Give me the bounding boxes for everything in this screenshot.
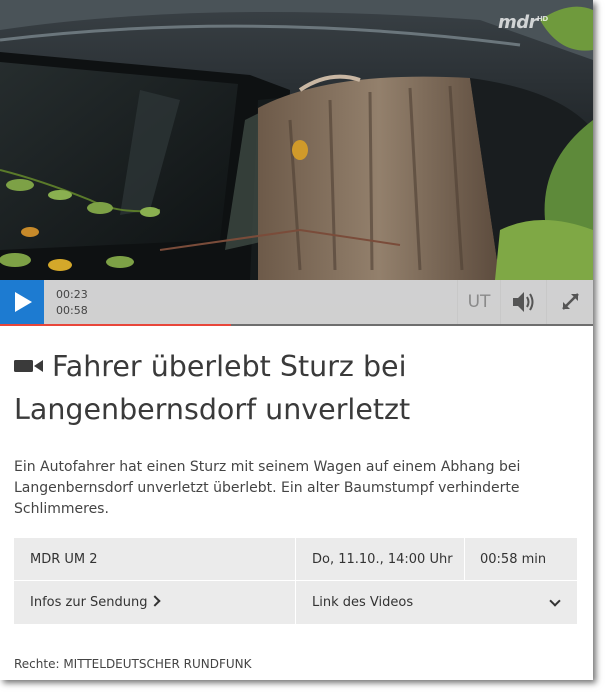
video-link-toggle[interactable]: Link des Videos xyxy=(312,595,413,610)
program-name: MDR UM 2 xyxy=(30,552,98,567)
video-card: mdrHD 00:23 00:58 UT Fahrer überlebt Stu… xyxy=(0,0,593,680)
broadcast-info-table: MDR UM 2 Do, 11.10., 14:00 Uhr 00:58 min… xyxy=(14,538,577,624)
current-time: 00:23 xyxy=(56,288,88,301)
more-info-label: Infos zur Sendung xyxy=(30,595,148,610)
video-camera-icon xyxy=(14,344,44,386)
chevron-down-icon[interactable] xyxy=(549,595,561,607)
article-description: Ein Autofahrer hat einen Sturz mit seine… xyxy=(14,459,521,517)
article-title: Fahrer überlebt Sturz bei Langenbernsdor… xyxy=(14,346,574,431)
article-title-text: Fahrer überlebt Sturz bei Langenbernsdor… xyxy=(14,350,411,426)
video-player[interactable]: mdrHD 00:23 00:58 UT xyxy=(0,0,593,326)
fullscreen-icon xyxy=(562,293,579,310)
chevron-right-icon xyxy=(148,595,161,607)
total-time: 00:58 xyxy=(56,304,88,317)
volume-button[interactable] xyxy=(500,280,543,324)
rights-notice: Rechte: MITTELDEUTSCHER RUNDFUNK xyxy=(14,657,252,671)
fullscreen-button[interactable] xyxy=(546,280,593,324)
more-info-link[interactable]: Infos zur Sendung xyxy=(30,595,161,610)
video-frame xyxy=(0,0,593,326)
progress-bar[interactable] xyxy=(0,324,593,326)
play-icon xyxy=(15,292,32,312)
player-controls: 00:23 00:58 UT xyxy=(0,280,593,324)
progress-fill xyxy=(0,324,232,326)
video-duration: 00:58 min xyxy=(480,552,547,567)
subtitles-button[interactable]: UT xyxy=(457,280,500,324)
mdr-logo: mdrHD xyxy=(498,12,548,33)
column-divider xyxy=(464,538,465,580)
play-button[interactable] xyxy=(0,280,44,324)
speaker-icon xyxy=(513,292,534,312)
column-divider xyxy=(295,538,296,624)
broadcast-date: Do, 11.10., 14:00 Uhr xyxy=(312,552,453,567)
